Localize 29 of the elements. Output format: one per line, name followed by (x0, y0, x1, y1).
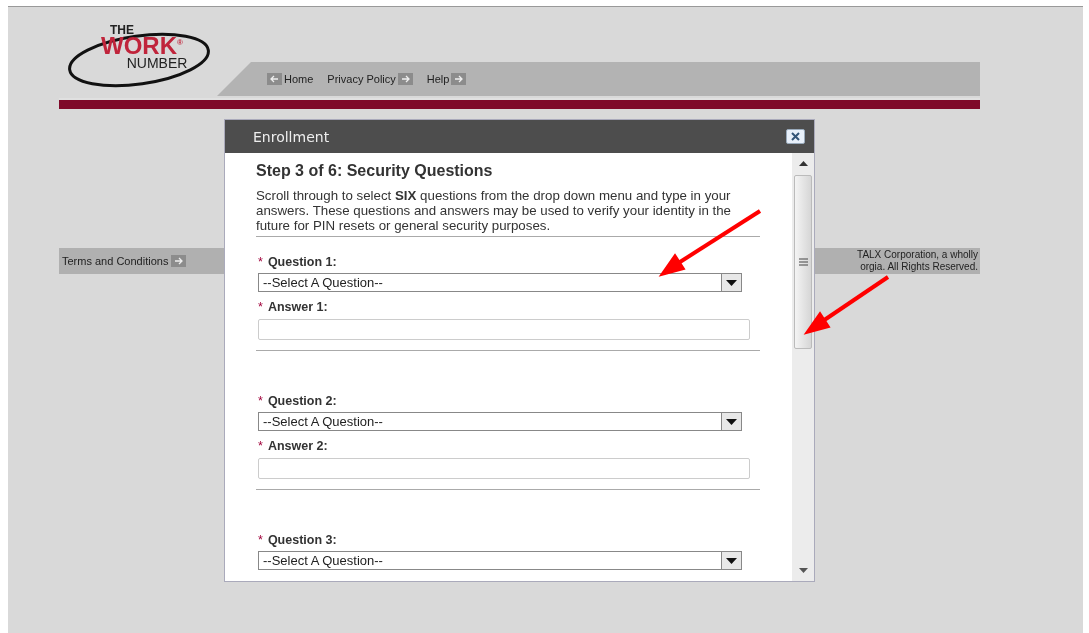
nav-link[interactable]: Privacy Policy (327, 73, 413, 85)
answer-field[interactable] (258, 458, 750, 479)
scroll-down-icon[interactable] (798, 568, 808, 573)
dropdown-icon (721, 552, 741, 569)
nav-link[interactable]: Help (426, 73, 467, 85)
question-label: * Question 2: (258, 394, 338, 408)
scroll-up-icon[interactable] (798, 161, 808, 166)
dropdown-icon (721, 413, 741, 430)
instructions-text: Scroll through to select SIX questions from the drop down menu and type in your answers. These questions and answers may be used to verify your identity in the future for PIN resets or general security purposes. (256, 188, 732, 233)
question-select[interactable]: --Select A Question-- (258, 412, 742, 431)
close-button[interactable] (786, 129, 805, 144)
nav-link[interactable]: Home (267, 73, 314, 85)
scrollbar[interactable] (792, 153, 814, 581)
scroll-thumb[interactable] (794, 175, 812, 349)
right-arrow-icon (171, 255, 187, 267)
copyright-text: orgia. All Rights Reserved. (859, 261, 978, 273)
terms-link[interactable]: Terms and Conditions (62, 255, 187, 267)
question-select[interactable]: --Select A Question-- (258, 551, 742, 570)
dialog-title: Enrollment (253, 128, 330, 145)
answer-label: * Answer 2: (258, 439, 329, 453)
answer-label: * Answer 1: (258, 300, 329, 314)
question-label: * Question 3: (258, 533, 338, 547)
question-label: * Question 1: (258, 255, 338, 269)
answer-field[interactable] (258, 319, 750, 340)
dropdown-icon (721, 274, 741, 291)
close-icon (790, 132, 801, 141)
question-select[interactable]: --Select A Question-- (258, 273, 742, 292)
step-heading: Step 3 of 6: Security Questions (256, 162, 494, 180)
copyright-text: TALX Corporation, a wholly (857, 249, 978, 261)
